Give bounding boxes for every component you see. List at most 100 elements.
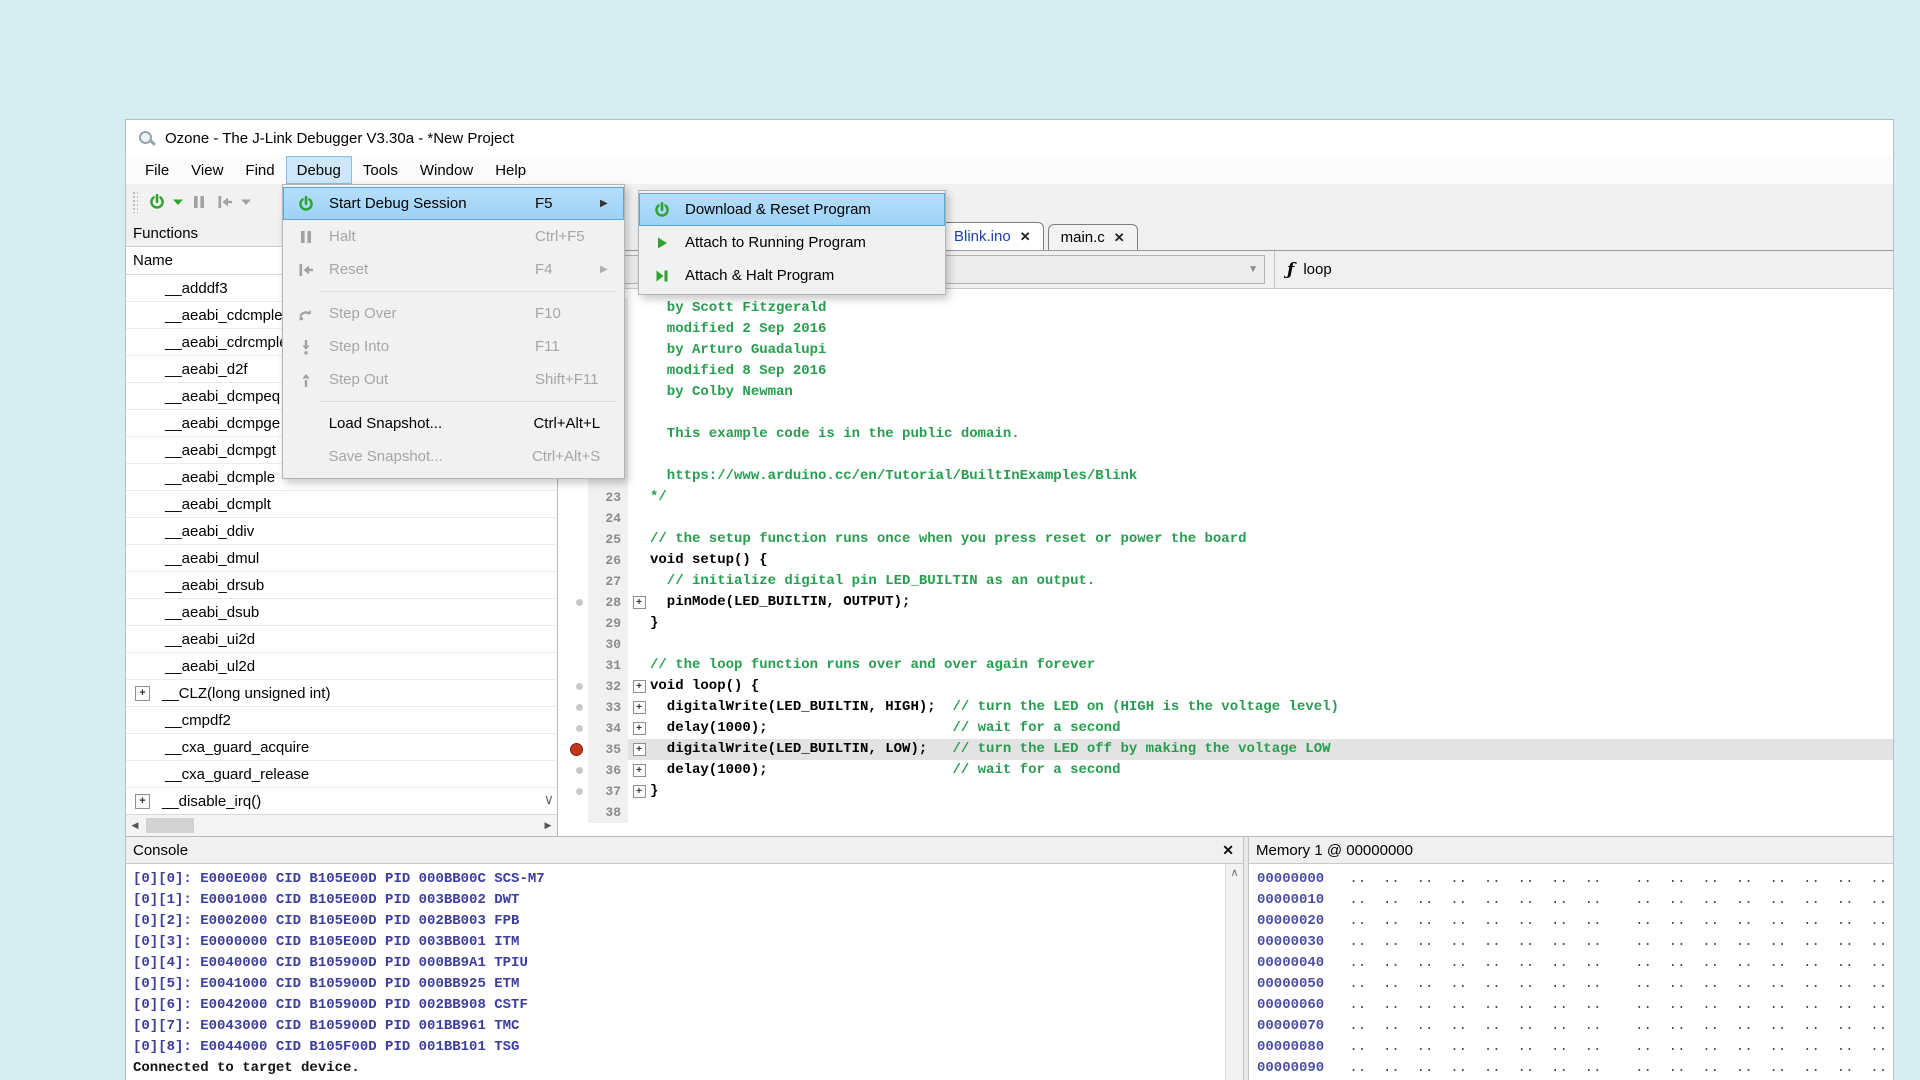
gutter-marker-cell[interactable] bbox=[558, 508, 588, 529]
dropdown-icon[interactable] bbox=[170, 189, 186, 215]
code-line[interactable]: by Scott Fitzgerald bbox=[558, 298, 1893, 319]
menubar-item-find[interactable]: Find bbox=[234, 156, 285, 184]
expand-icon[interactable]: + bbox=[135, 686, 150, 701]
functions-horizontal-scrollbar[interactable]: ◀ ▶ bbox=[126, 814, 557, 836]
function-row[interactable]: __aeabi_dmul bbox=[126, 545, 557, 572]
function-row[interactable]: +__CLZ(long unsigned int) bbox=[126, 680, 557, 707]
code-line[interactable]: by Arturo Guadalupi bbox=[558, 340, 1893, 361]
memory-row[interactable]: 00000010 .. .. .. .. .. .. .. .. .. .. .… bbox=[1257, 890, 1893, 911]
code-line[interactable]: https://www.arduino.cc/en/Tutorial/Built… bbox=[558, 466, 1893, 487]
scroll-right-icon[interactable]: ▶ bbox=[539, 820, 557, 831]
menu-item-load-snapshot-[interactable]: Load Snapshot...Ctrl+Alt+L bbox=[283, 407, 624, 440]
expand-icon[interactable]: + bbox=[633, 785, 646, 798]
code-line[interactable]: modified 2 Sep 2016 bbox=[558, 319, 1893, 340]
gutter-marker-cell[interactable] bbox=[558, 718, 588, 739]
function-row[interactable]: __cmpdf2 bbox=[126, 707, 557, 734]
expand-icon[interactable]: + bbox=[633, 596, 646, 609]
menu-item-halt[interactable]: HaltCtrl+F5 bbox=[283, 220, 624, 253]
expand-icon[interactable]: + bbox=[633, 764, 646, 777]
function-row[interactable]: __cxa_guard_release bbox=[126, 761, 557, 788]
close-icon[interactable]: ✕ bbox=[1020, 229, 1031, 245]
memory-view[interactable]: 00000000 .. .. .. .. .. .. .. .. .. .. .… bbox=[1249, 864, 1893, 1080]
power-icon[interactable] bbox=[144, 189, 170, 215]
menu-item-step-out[interactable]: Step OutShift+F11 bbox=[283, 363, 624, 396]
menu-item-save-snapshot-[interactable]: Save Snapshot...Ctrl+Alt+S bbox=[283, 440, 624, 473]
menubar-item-window[interactable]: Window bbox=[409, 156, 484, 184]
menubar-item-tools[interactable]: Tools bbox=[352, 156, 409, 184]
tab-main-c[interactable]: main.c✕ bbox=[1048, 224, 1138, 250]
code-line[interactable]: 36+ delay(1000); // wait for a second bbox=[558, 760, 1893, 781]
expand-icon[interactable]: + bbox=[633, 743, 646, 756]
console-scrollbar[interactable]: ∧ bbox=[1225, 864, 1243, 1080]
pause-icon[interactable] bbox=[186, 189, 212, 215]
code-line[interactable]: 37+} bbox=[558, 781, 1893, 802]
tab-blink-ino[interactable]: Blink.ino✕ bbox=[941, 222, 1044, 250]
menubar-item-debug[interactable]: Debug bbox=[286, 156, 352, 184]
submenu-item-download-reset-program[interactable]: Download & Reset Program bbox=[639, 193, 945, 226]
memory-row[interactable]: 00000040 .. .. .. .. .. .. .. .. .. .. .… bbox=[1257, 953, 1893, 974]
reset-icon[interactable] bbox=[212, 189, 238, 215]
function-row[interactable]: __aeabi_dsub bbox=[126, 599, 557, 626]
memory-row[interactable]: 00000070 .. .. .. .. .. .. .. .. .. .. .… bbox=[1257, 1016, 1893, 1037]
gutter-marker-cell[interactable] bbox=[558, 802, 588, 823]
code-line[interactable]: 29} bbox=[558, 613, 1893, 634]
function-row[interactable]: __aeabi_drsub bbox=[126, 572, 557, 599]
function-row[interactable]: +__disable_irq() bbox=[126, 788, 557, 814]
code-line[interactable] bbox=[558, 445, 1893, 466]
scroll-left-icon[interactable]: ◀ bbox=[126, 820, 144, 831]
gutter-marker-cell[interactable] bbox=[558, 697, 588, 718]
menu-item-reset[interactable]: ResetF4▶ bbox=[283, 253, 624, 286]
memory-row[interactable]: 00000000 .. .. .. .. .. .. .. .. .. .. .… bbox=[1257, 869, 1893, 890]
code-line[interactable]: 33+ digitalWrite(LED_BUILTIN, HIGH); // … bbox=[558, 697, 1893, 718]
gutter-marker-cell[interactable] bbox=[558, 529, 588, 550]
menubar-item-view[interactable]: View bbox=[180, 156, 234, 184]
close-icon[interactable]: ✕ bbox=[1114, 230, 1125, 246]
current-function-indicator[interactable]: ƒ loop bbox=[1274, 251, 1893, 288]
function-row[interactable]: __cxa_guard_acquire bbox=[126, 734, 557, 761]
gutter-marker-cell[interactable] bbox=[558, 487, 588, 508]
code-line[interactable]: 26void setup() { bbox=[558, 550, 1893, 571]
gutter-marker-cell[interactable] bbox=[558, 634, 588, 655]
submenu-item-attach-halt-program[interactable]: Attach & Halt Program bbox=[639, 259, 945, 292]
code-line[interactable]: 38 bbox=[558, 802, 1893, 823]
code-line[interactable] bbox=[558, 403, 1893, 424]
breakpoint-icon[interactable] bbox=[570, 743, 583, 756]
gutter-marker-cell[interactable] bbox=[558, 781, 588, 802]
gutter-marker-cell[interactable] bbox=[558, 613, 588, 634]
scrollbar-thumb[interactable] bbox=[146, 818, 194, 833]
expand-icon[interactable]: + bbox=[633, 701, 646, 714]
memory-row[interactable]: 00000030 .. .. .. .. .. .. .. .. .. .. .… bbox=[1257, 932, 1893, 953]
scroll-up-icon[interactable]: ∧ bbox=[1230, 867, 1238, 879]
function-row[interactable]: __aeabi_ui2d bbox=[126, 626, 557, 653]
breakpoint-gutter[interactable] bbox=[558, 739, 588, 760]
code-line[interactable]: 34+ delay(1000); // wait for a second bbox=[558, 718, 1893, 739]
memory-row[interactable]: 00000050 .. .. .. .. .. .. .. .. .. .. .… bbox=[1257, 974, 1893, 995]
expand-icon[interactable]: + bbox=[633, 722, 646, 735]
memory-row[interactable]: 00000020 .. .. .. .. .. .. .. .. .. .. .… bbox=[1257, 911, 1893, 932]
gutter-marker-cell[interactable] bbox=[558, 676, 588, 697]
function-row[interactable]: __aeabi_ddiv bbox=[126, 518, 557, 545]
close-icon[interactable]: ✕ bbox=[1222, 842, 1236, 859]
menu-item-start-debug-session[interactable]: Start Debug SessionF5▶ bbox=[283, 187, 624, 220]
code-line[interactable]: 35+ digitalWrite(LED_BUILTIN, LOW); // t… bbox=[558, 739, 1893, 760]
menu-item-step-over[interactable]: Step OverF10 bbox=[283, 297, 624, 330]
code-line[interactable]: modified 8 Sep 2016 bbox=[558, 361, 1893, 382]
code-line[interactable]: 30 bbox=[558, 634, 1893, 655]
code-line[interactable]: 23*/ bbox=[558, 487, 1893, 508]
function-row[interactable]: __aeabi_dcmplt bbox=[126, 491, 557, 518]
gutter-marker-cell[interactable] bbox=[558, 550, 588, 571]
memory-row[interactable]: 00000090 .. .. .. .. .. .. .. .. .. .. .… bbox=[1257, 1058, 1893, 1079]
scroll-down-icon[interactable]: ∨ bbox=[544, 791, 554, 808]
code-line[interactable]: 32+void loop() { bbox=[558, 676, 1893, 697]
code-line[interactable]: by Colby Newman bbox=[558, 382, 1893, 403]
menubar-item-file[interactable]: File bbox=[134, 156, 180, 184]
dropdown-icon[interactable] bbox=[238, 189, 254, 215]
gutter-marker-cell[interactable] bbox=[558, 655, 588, 676]
function-row[interactable]: __aeabi_ul2d bbox=[126, 653, 557, 680]
memory-row[interactable]: 00000060 .. .. .. .. .. .. .. .. .. .. .… bbox=[1257, 995, 1893, 1016]
gutter-marker-cell[interactable] bbox=[558, 760, 588, 781]
code-line[interactable]: 27 // initialize digital pin LED_BUILTIN… bbox=[558, 571, 1893, 592]
code-line[interactable]: This example code is in the public domai… bbox=[558, 424, 1893, 445]
code-line[interactable]: 24 bbox=[558, 508, 1893, 529]
gutter-marker-cell[interactable] bbox=[558, 592, 588, 613]
